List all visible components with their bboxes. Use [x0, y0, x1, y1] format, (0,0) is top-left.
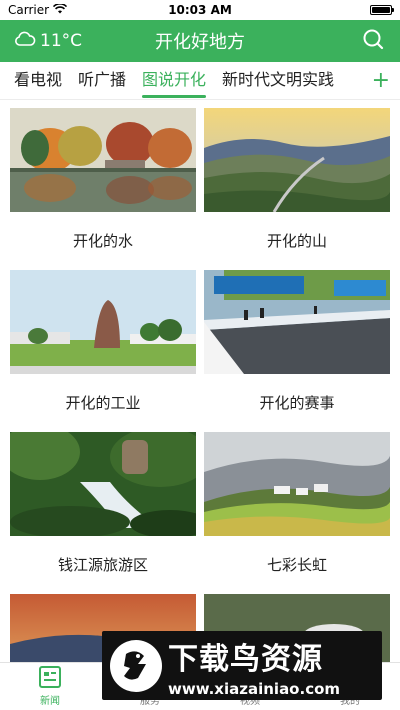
card-caption: 开化的水 [72, 232, 133, 250]
battery-icon [370, 5, 394, 15]
card-image [204, 270, 390, 374]
card-qianjiangyuan[interactable]: 钱江源旅游区 [10, 432, 196, 594]
card-kaihua-events[interactable]: 开化的赛事 [204, 270, 390, 432]
card-colorful-rainbow[interactable]: 七彩长虹 [204, 432, 390, 594]
card-image [10, 432, 196, 536]
search-icon [362, 28, 384, 54]
card-caption: 开化的工业 [65, 394, 141, 412]
bird-logo-icon [106, 636, 166, 696]
weather-temperature: 11°C [40, 31, 83, 51]
status-bar: Carrier 10:03 AM [0, 0, 400, 20]
card-image [204, 432, 390, 536]
status-left: Carrier [8, 3, 68, 17]
news-icon [38, 665, 62, 692]
app-header: 11°C 开化好地方 [0, 20, 400, 62]
bottom-tab-news[interactable]: 新闻 [0, 663, 100, 710]
add-tab-button[interactable]: + [372, 62, 390, 100]
card-caption: 开化的赛事 [259, 394, 335, 412]
carrier-label: Carrier [8, 3, 50, 17]
category-tabs: 看电视 听广播 图说开化 新时代文明实践 [0, 62, 400, 100]
card-image [10, 270, 196, 374]
watermark-text: 下载鸟资源 www.xiazainiao.com [168, 634, 340, 698]
search-button[interactable] [360, 28, 386, 54]
tab-watch-tv[interactable]: 看电视 [14, 62, 62, 100]
card-caption: 开化的山 [266, 232, 327, 250]
watermark-url: www.xiazainiao.com [168, 679, 341, 698]
watermark-banner: 下载鸟资源 www.xiazainiao.com [102, 631, 382, 700]
tab-picture-kaihua[interactable]: 图说开化 [142, 62, 207, 100]
card-kaihua-industry[interactable]: 开化的工业 [10, 270, 196, 432]
card-caption: 七彩长虹 [266, 556, 327, 574]
card-caption: 钱江源旅游区 [57, 556, 148, 574]
tab-radio[interactable]: 听广播 [78, 62, 126, 100]
weather-widget[interactable]: 11°C [14, 31, 104, 52]
card-image [204, 108, 390, 212]
cloud-icon [14, 31, 36, 52]
wifi-icon [52, 3, 68, 17]
card-image [10, 108, 196, 212]
card-kaihua-mountain[interactable]: 开化的山 [204, 108, 390, 270]
card-kaihua-water[interactable]: 开化的水 [10, 108, 196, 270]
watermark-title: 下载鸟资源 [168, 641, 323, 677]
image-grid: 开化的水 开化的山 开化的工业 开化的赛事 钱江源旅游区 七彩长虹 [0, 100, 400, 662]
tab-civilization-practice[interactable]: 新时代文明实践 [222, 62, 334, 100]
bottom-tab-label: 新闻 [40, 696, 60, 707]
